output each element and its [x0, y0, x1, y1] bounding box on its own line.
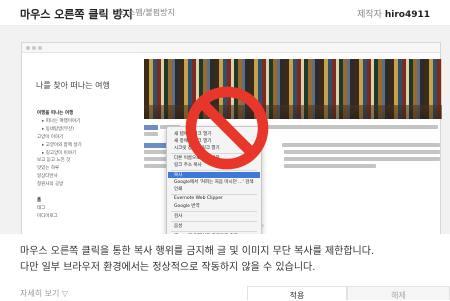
- bottom-bar: 자세히 보기 ▽ 적용 해제: [0, 286, 450, 300]
- text-line: [284, 157, 440, 161]
- menu-separator: [171, 194, 257, 195]
- sidebar-item[interactable]: ▸ 길고양이 이야기: [37, 150, 82, 158]
- sidebar-spacer: [37, 189, 82, 197]
- sidebar-item[interactable]: ▸ 떠나는 여행이야기: [37, 118, 82, 126]
- window-dot: [32, 46, 36, 50]
- text-line: [282, 143, 440, 147]
- sidebar-item[interactable]: 고양이 이야기: [37, 134, 82, 142]
- window-dot: [26, 46, 30, 50]
- preview-screenshot: 나를 찾아 떠나는 여행 여행을 떠나는 여행 ▸ 떠나는 여행이야기 ▸ 동네탐방…: [0, 26, 450, 234]
- text-line: [284, 150, 440, 154]
- blog-title: 나를 찾아 떠나는 여행: [36, 81, 110, 90]
- menu-item-copy[interactable]: 복사: [168, 172, 260, 178]
- text-selection: [144, 125, 158, 130]
- author-info: 제작자 hiro4911: [357, 7, 430, 20]
- sidebar-item[interactable]: ▸ 동네탐방(부산): [37, 126, 82, 134]
- sidebar-item[interactable]: ▸ 고양이와 함께 살기: [37, 142, 82, 150]
- menu-item[interactable]: 검사: [174, 213, 182, 219]
- menu-item[interactable]: Google 번역: [174, 203, 200, 209]
- sidebar-item[interactable]: 여행을 떠나는 여행: [37, 110, 82, 118]
- sidebar-item[interactable]: 정원사의 공방: [37, 181, 82, 189]
- more-info-toggle[interactable]: 자세히 보기 ▽: [20, 288, 68, 299]
- sidebar-item[interactable]: 보고 듣고 느낀 것: [37, 157, 82, 165]
- menu-item[interactable]: 인쇄: [174, 186, 182, 192]
- header: 마우스 오른쪽 클릭 방지 PC 스팸/불펌방지 제작자 hiro4911: [0, 0, 450, 26]
- sidebar-item[interactable]: 태그: [37, 205, 82, 213]
- sidebar-item[interactable]: 홈: [37, 197, 82, 205]
- browser-titlebar: [22, 43, 440, 53]
- menu-item[interactable]: iTunes에 업데이트 트랙으로 추가: [174, 233, 238, 234]
- menu-item[interactable]: Google에서 '커피는 처음 마시던 ...' 검색: [174, 179, 253, 185]
- author-name[interactable]: hiro4911: [385, 10, 430, 20]
- menu-separator: [171, 231, 257, 232]
- page-subtitle: PC 스팸/불펌방지: [115, 8, 175, 17]
- menu-separator: [171, 221, 257, 222]
- prohibition-icon: [185, 86, 269, 170]
- author-label: 제작자: [357, 10, 382, 20]
- apply-button[interactable]: 적용: [247, 286, 347, 300]
- description-line-1: 마우스 오른쪽 클릭을 통한 복사 행위를 금지해 글 및 이미지 무단 복사를…: [20, 246, 375, 257]
- sidebar-item[interactable]: 일상다반사: [37, 173, 82, 181]
- blog-sidebar: 나를 찾아 떠나는 여행 여행을 떠나는 여행 ▸ 떠나는 여행이야기 ▸ 동네탐방…: [22, 53, 140, 234]
- text-line: [284, 164, 376, 168]
- text-line: [144, 132, 158, 136]
- sidebar-item[interactable]: 미디어로그: [37, 213, 82, 221]
- sidebar-list: 여행을 떠나는 여행 ▸ 떠나는 여행이야기 ▸ 동네탐방(부산) 고양이 이야기 ▸ …: [37, 110, 82, 221]
- window-dot: [38, 46, 42, 50]
- disable-button[interactable]: 해제: [347, 286, 450, 300]
- menu-separator: [171, 211, 257, 212]
- description-line-2: 다만 일부 브라우저 환경에서는 정상적으로 작동하지 않을 수 있습니다.: [20, 262, 316, 273]
- menu-item[interactable]: 음성: [174, 223, 182, 229]
- sidebar-item[interactable]: 맛있는 하루: [37, 165, 82, 173]
- text-line: [258, 125, 438, 129]
- menu-item[interactable]: Evernote Web Clipper: [174, 196, 223, 201]
